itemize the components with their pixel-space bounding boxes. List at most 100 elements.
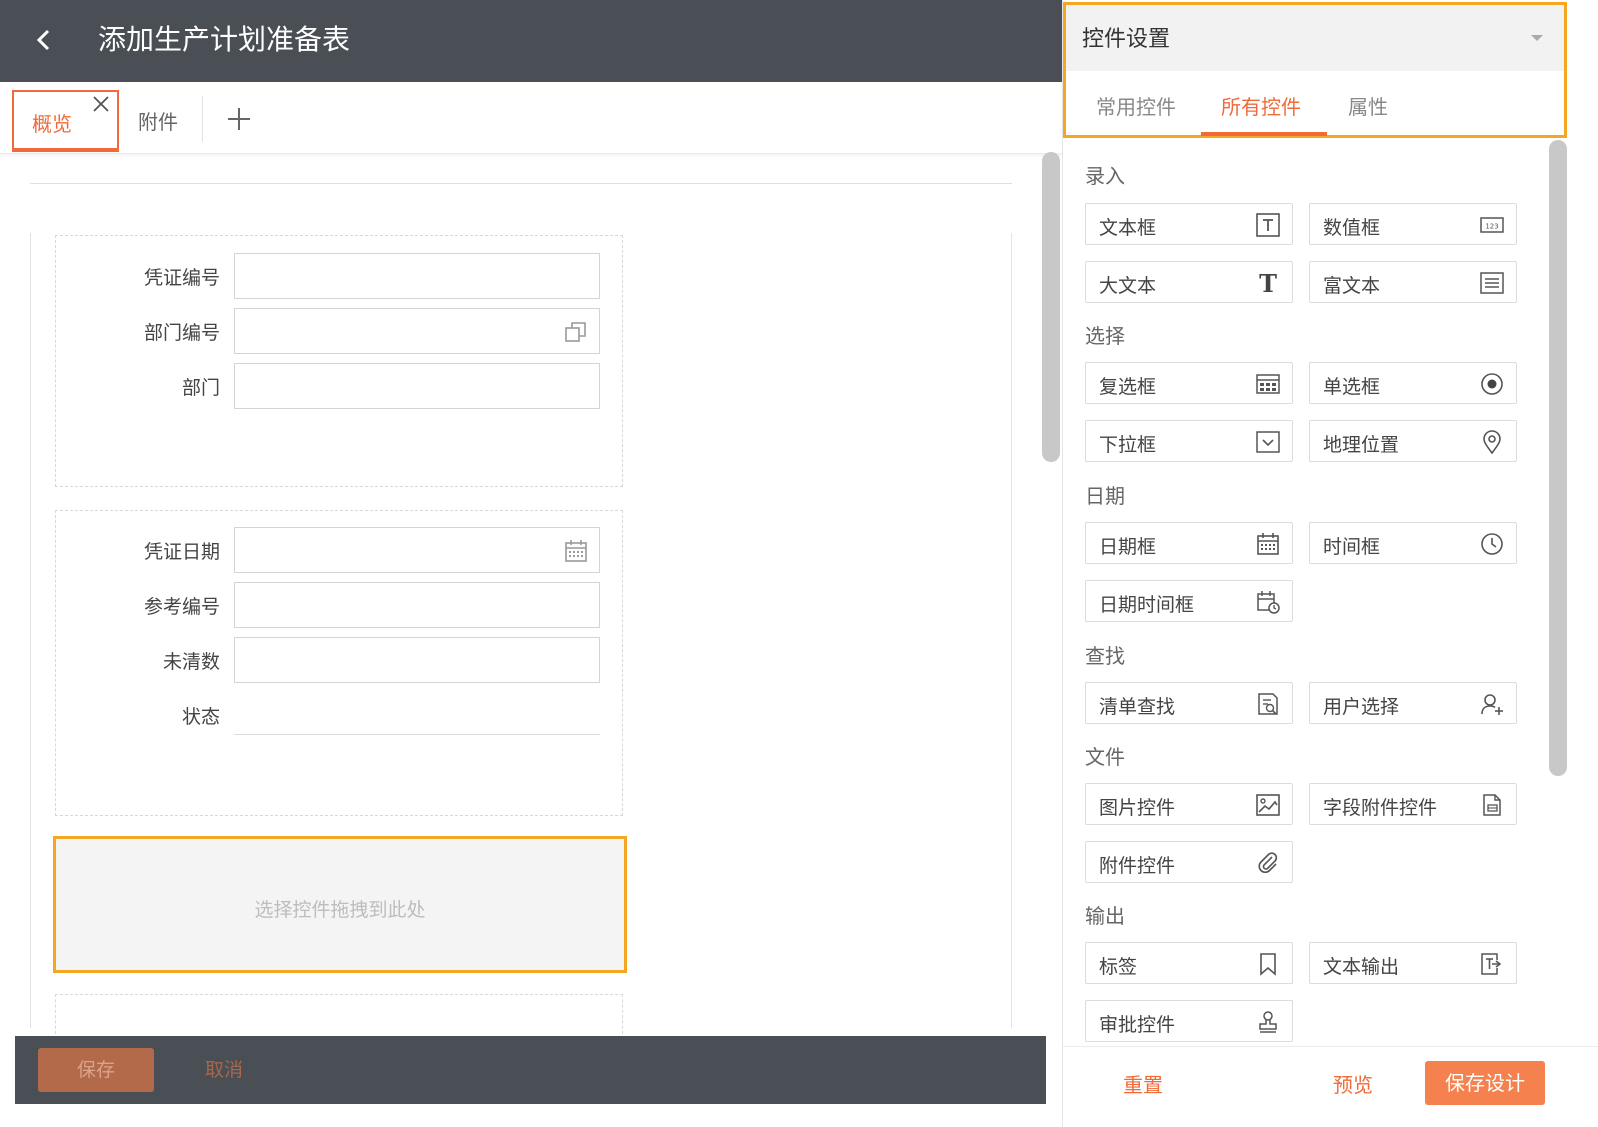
form-section-2[interactable]: 凭证日期 参考编号 未清数 状态: [55, 510, 623, 816]
control-text-output[interactable]: 文本输出: [1309, 942, 1517, 984]
field-label: 凭证编号: [143, 267, 220, 289]
field-label: 状态: [181, 706, 220, 728]
panel-footer: 重置 预览 保存设计: [1063, 1046, 1598, 1127]
category-lookup: 查找: [1085, 644, 1125, 668]
tab-common-controls[interactable]: 常用控件: [1096, 91, 1176, 120]
tab-all-controls[interactable]: 所有控件: [1221, 91, 1301, 120]
field-dept-no: 部门编号: [56, 308, 624, 354]
control-label: 复选框: [1099, 376, 1157, 398]
control-label: 图片控件: [1099, 797, 1176, 819]
control-dropdown[interactable]: 下拉框: [1085, 420, 1293, 462]
radio-icon: [1479, 371, 1505, 397]
control-label: 文本框: [1099, 217, 1157, 239]
tab-bar: 概览 附件: [0, 82, 1062, 154]
svg-text:123: 123: [1485, 223, 1498, 231]
dropdown-icon: [1255, 429, 1281, 455]
control-user-select[interactable]: 用户选择: [1309, 682, 1517, 724]
control-richtext[interactable]: 富文本: [1309, 261, 1517, 303]
canvas-border-left: [30, 233, 31, 1028]
control-label: 富文本: [1323, 275, 1381, 297]
location-pin-icon: [1479, 429, 1505, 455]
control-list-lookup[interactable]: 清单查找: [1085, 682, 1293, 724]
category-select: 选择: [1085, 324, 1125, 348]
scrollbar[interactable]: [1549, 140, 1567, 776]
voucher-no-input[interactable]: [234, 253, 600, 299]
control-label: 下拉框: [1099, 434, 1157, 456]
plus-icon[interactable]: [226, 106, 252, 132]
category-file: 文件: [1085, 745, 1125, 769]
checkbox-icon: [1255, 371, 1281, 397]
field-label: 部门: [181, 377, 220, 399]
form-section-3[interactable]: [55, 994, 623, 1034]
back-icon[interactable]: [28, 22, 64, 58]
tab-properties[interactable]: 属性: [1348, 91, 1388, 120]
number-box-icon: 123: [1479, 212, 1505, 238]
control-attachment[interactable]: 附件控件: [1085, 841, 1293, 883]
bottom-action-bar: 保存 取消: [15, 1036, 1046, 1104]
voucher-date-input[interactable]: [234, 527, 600, 573]
control-settings-panel: 控件设置 常用控件 所有控件 属性 录入 文本框 数值框 123 大文本 T 富…: [1062, 0, 1598, 1127]
save-design-button[interactable]: 保存设计: [1425, 1061, 1545, 1105]
field-voucher-date: 凭证日期: [56, 527, 624, 573]
control-label: 字段附件控件: [1323, 797, 1438, 819]
drop-zone[interactable]: 选择控件拖拽到此处: [53, 836, 627, 973]
control-number[interactable]: 数值框 123: [1309, 203, 1517, 245]
preview-button[interactable]: 预览: [1333, 1069, 1373, 1098]
control-bigtext[interactable]: 大文本 T: [1085, 261, 1293, 303]
control-label: 清单查找: [1099, 696, 1176, 718]
tab-attachments[interactable]: 附件: [138, 106, 178, 135]
control-label: 单选框: [1323, 376, 1381, 398]
big-text-icon: T: [1255, 270, 1281, 296]
status-output: [234, 734, 600, 735]
control-label: 审批控件: [1099, 1014, 1176, 1036]
field-label: 部门编号: [143, 322, 220, 344]
field-open-qty: 未清数: [56, 637, 624, 683]
dept-no-input[interactable]: [234, 308, 600, 354]
control-label-tag[interactable]: 标签: [1085, 942, 1293, 984]
open-qty-input[interactable]: [234, 637, 600, 683]
control-time[interactable]: 时间框: [1309, 522, 1517, 564]
canvas-border-right: [1011, 233, 1012, 1028]
control-label: 用户选择: [1323, 696, 1400, 718]
ref-no-input[interactable]: [234, 582, 600, 628]
control-date[interactable]: 日期框: [1085, 522, 1293, 564]
category-input: 录入: [1085, 164, 1125, 188]
category-date: 日期: [1085, 484, 1125, 508]
control-datetime[interactable]: 日期时间框: [1085, 580, 1293, 622]
form-editor: 添加生产计划准备表 概览 附件 凭证编号 部门编号 部门 凭证日期 参考编号 未…: [0, 0, 1062, 1127]
app-root: 添加生产计划准备表 概览 附件 凭证编号 部门编号 部门 凭证日期 参考编号 未…: [0, 0, 1598, 1127]
control-approval[interactable]: 审批控件: [1085, 1000, 1293, 1042]
panel-title-bar[interactable]: 控件设置: [1066, 5, 1564, 71]
reset-button[interactable]: 重置: [1123, 1069, 1163, 1098]
active-tab-indicator: [1201, 132, 1327, 136]
field-label: 未清数: [162, 651, 220, 673]
tab-overview[interactable]: 概览: [12, 90, 119, 152]
control-label: 日期框: [1099, 536, 1157, 558]
close-icon[interactable]: [91, 94, 111, 114]
field-dept: 部门: [56, 363, 624, 409]
control-radio[interactable]: 单选框: [1309, 362, 1517, 404]
cancel-button[interactable]: 取消: [205, 1048, 243, 1092]
dept-input[interactable]: [234, 363, 600, 409]
tab-overview-label: 概览: [32, 112, 72, 136]
control-textbox[interactable]: 文本框: [1085, 203, 1293, 245]
control-label: 附件控件: [1099, 855, 1176, 877]
control-geo[interactable]: 地理位置: [1309, 420, 1517, 462]
calendar-icon[interactable]: [563, 538, 589, 564]
field-status: 状态: [56, 692, 624, 738]
text-box-icon: [1255, 212, 1281, 238]
panel-header: 控件设置 常用控件 所有控件 属性: [1063, 2, 1567, 138]
copy-icon[interactable]: [563, 319, 589, 345]
scrollbar[interactable]: [1042, 152, 1060, 462]
bookmark-icon: [1255, 951, 1281, 977]
save-button[interactable]: 保存: [38, 1048, 154, 1092]
control-image[interactable]: 图片控件: [1085, 783, 1293, 825]
control-field-attachment[interactable]: 字段附件控件: [1309, 783, 1517, 825]
form-section-1[interactable]: 凭证编号 部门编号 部门: [55, 235, 623, 487]
calendar-clock-icon: [1255, 589, 1281, 615]
control-checkbox[interactable]: 复选框: [1085, 362, 1293, 404]
page-title: 添加生产计划准备表: [98, 23, 351, 56]
tab-divider: [202, 96, 203, 142]
panel-title: 控件设置: [1082, 27, 1171, 52]
caret-down-icon[interactable]: [1530, 33, 1544, 43]
